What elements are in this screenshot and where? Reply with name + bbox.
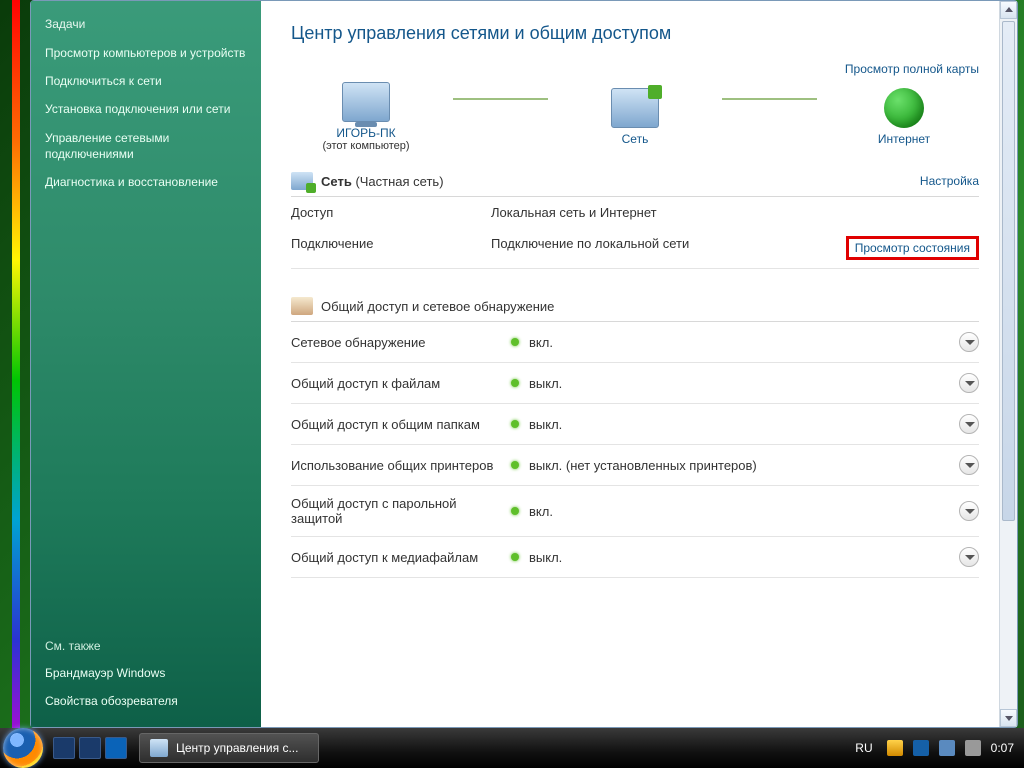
- internet-label: Интернет: [829, 132, 979, 146]
- network-name: Сеть: [321, 174, 352, 189]
- map-connector: [722, 98, 817, 100]
- setting-printer-sharing: Использование общих принтеров выкл. (нет…: [291, 445, 979, 486]
- setting-label: Общий доступ к общим папкам: [291, 417, 511, 432]
- chevron-down-icon[interactable]: [959, 414, 979, 434]
- pc-icon: [342, 82, 390, 122]
- setting-network-discovery: Сетевое обнаружение вкл.: [291, 322, 979, 363]
- sidebar-task-manage-connections[interactable]: Управление сетевыми подключениями: [45, 130, 247, 162]
- kv-connection-value: Подключение по локальной сети: [491, 236, 846, 251]
- view-status-link[interactable]: Просмотр состояния: [846, 236, 979, 260]
- sidebar-task-connect[interactable]: Подключиться к сети: [45, 73, 247, 89]
- network-center-window: ? Задачи Просмотр компьютеров и устройст…: [30, 0, 1018, 728]
- scroll-up-button[interactable]: [1000, 1, 1017, 19]
- network-type: (Частная сеть): [355, 174, 443, 189]
- kv-access-value: Локальная сеть и Интернет: [491, 205, 979, 220]
- page-title: Центр управления сетями и общим доступом: [291, 23, 979, 44]
- taskbar-app-button[interactable]: Центр управления с...: [139, 733, 319, 763]
- kv-connection: Подключение Подключение по локальной сет…: [291, 228, 979, 269]
- sidebar-task-view-devices[interactable]: Просмотр компьютеров и устройств: [45, 45, 247, 61]
- network-map: ИГОРЬ-ПК (этот компьютер) Сеть Интернет: [291, 82, 979, 152]
- taskbar: Центр управления с... RU 0:07: [0, 728, 1024, 768]
- scroll-down-button[interactable]: [1000, 709, 1017, 727]
- sharing-section-header: Общий доступ и сетевое обнаружение: [291, 291, 979, 322]
- status-dot-icon: [511, 461, 519, 469]
- tray-security-icon[interactable]: [887, 740, 903, 756]
- quick-launch-ie-icon[interactable]: [105, 737, 127, 759]
- setting-media-sharing: Общий доступ к медиафайлам выкл.: [291, 537, 979, 578]
- sharing-heading: Общий доступ и сетевое обнаружение: [321, 299, 554, 314]
- setting-public-folder: Общий доступ к общим папкам выкл.: [291, 404, 979, 445]
- desktop-accent-bar: [12, 0, 20, 728]
- clock[interactable]: 0:07: [991, 741, 1014, 755]
- sidebar-tasks-heading: Задачи: [45, 17, 247, 31]
- kv-access-key: Доступ: [291, 205, 491, 220]
- network-mini-icon: [291, 172, 313, 190]
- setting-file-sharing: Общий доступ к файлам выкл.: [291, 363, 979, 404]
- setting-value: выкл.: [529, 550, 959, 565]
- network-section-header: Сеть (Частная сеть) Настройка: [291, 166, 979, 197]
- system-tray: RU 0:07: [855, 740, 1024, 756]
- pc-name: ИГОРЬ-ПК: [291, 126, 441, 140]
- status-dot-icon: [511, 338, 519, 346]
- sidebar-task-diagnose[interactable]: Диагностика и восстановление: [45, 174, 247, 190]
- language-indicator[interactable]: RU: [855, 741, 872, 755]
- status-dot-icon: [511, 507, 519, 515]
- status-dot-icon: [511, 420, 519, 428]
- quick-launch-switch-windows-icon[interactable]: [79, 737, 101, 759]
- tray-volume-icon[interactable]: [965, 740, 981, 756]
- view-full-map-link[interactable]: Просмотр полной карты: [291, 62, 979, 76]
- map-node-network: Сеть: [560, 88, 710, 146]
- sidebar: Задачи Просмотр компьютеров и устройств …: [31, 1, 261, 727]
- setting-label: Сетевое обнаружение: [291, 335, 511, 350]
- taskbar-app-title: Центр управления с...: [176, 741, 298, 755]
- sidebar-seealso-internet-options[interactable]: Свойства обозревателя: [45, 693, 247, 709]
- tray-defender-icon[interactable]: [913, 740, 929, 756]
- quick-launch: [53, 737, 127, 759]
- setting-value: выкл.: [529, 376, 959, 391]
- setting-label: Общий доступ к файлам: [291, 376, 511, 391]
- map-connector: [453, 98, 548, 100]
- globe-icon: [884, 88, 924, 128]
- setting-label: Использование общих принтеров: [291, 458, 511, 473]
- setting-password-sharing: Общий доступ с парольной защитой вкл.: [291, 486, 979, 537]
- kv-connection-key: Подключение: [291, 236, 491, 251]
- configure-link[interactable]: Настройка: [920, 174, 979, 188]
- sharing-mini-icon: [291, 297, 313, 315]
- sidebar-seealso-heading: См. также: [45, 639, 247, 653]
- start-button[interactable]: [3, 728, 43, 768]
- quick-launch-show-desktop-icon[interactable]: [53, 737, 75, 759]
- setting-label: Общий доступ к медиафайлам: [291, 550, 511, 565]
- chevron-down-icon[interactable]: [959, 332, 979, 352]
- content-area: Центр управления сетями и общим доступом…: [261, 1, 1017, 727]
- status-dot-icon: [511, 553, 519, 561]
- setting-value: вкл.: [529, 335, 959, 350]
- chevron-down-icon[interactable]: [959, 547, 979, 567]
- kv-access: Доступ Локальная сеть и Интернет: [291, 197, 979, 228]
- status-dot-icon: [511, 379, 519, 387]
- setting-label: Общий доступ с парольной защитой: [291, 496, 511, 526]
- vertical-scrollbar[interactable]: [999, 1, 1017, 727]
- setting-value: выкл.: [529, 417, 959, 432]
- tray-network-icon[interactable]: [939, 740, 955, 756]
- scroll-thumb[interactable]: [1002, 21, 1015, 521]
- setting-value: вкл.: [529, 504, 959, 519]
- chevron-down-icon[interactable]: [959, 455, 979, 475]
- chevron-down-icon[interactable]: [959, 501, 979, 521]
- sidebar-seealso-firewall[interactable]: Брандмауэр Windows: [45, 665, 247, 681]
- setting-value: выкл. (нет установленных принтеров): [529, 458, 959, 473]
- map-node-internet: Интернет: [829, 88, 979, 146]
- network-label: Сеть: [560, 132, 710, 146]
- network-icon: [611, 88, 659, 128]
- taskbar-app-icon: [150, 739, 168, 757]
- pc-sub: (этот компьютер): [291, 140, 441, 152]
- map-node-this-pc: ИГОРЬ-ПК (этот компьютер): [291, 82, 441, 152]
- sidebar-task-setup-connection[interactable]: Установка подключения или сети: [45, 101, 247, 117]
- chevron-down-icon[interactable]: [959, 373, 979, 393]
